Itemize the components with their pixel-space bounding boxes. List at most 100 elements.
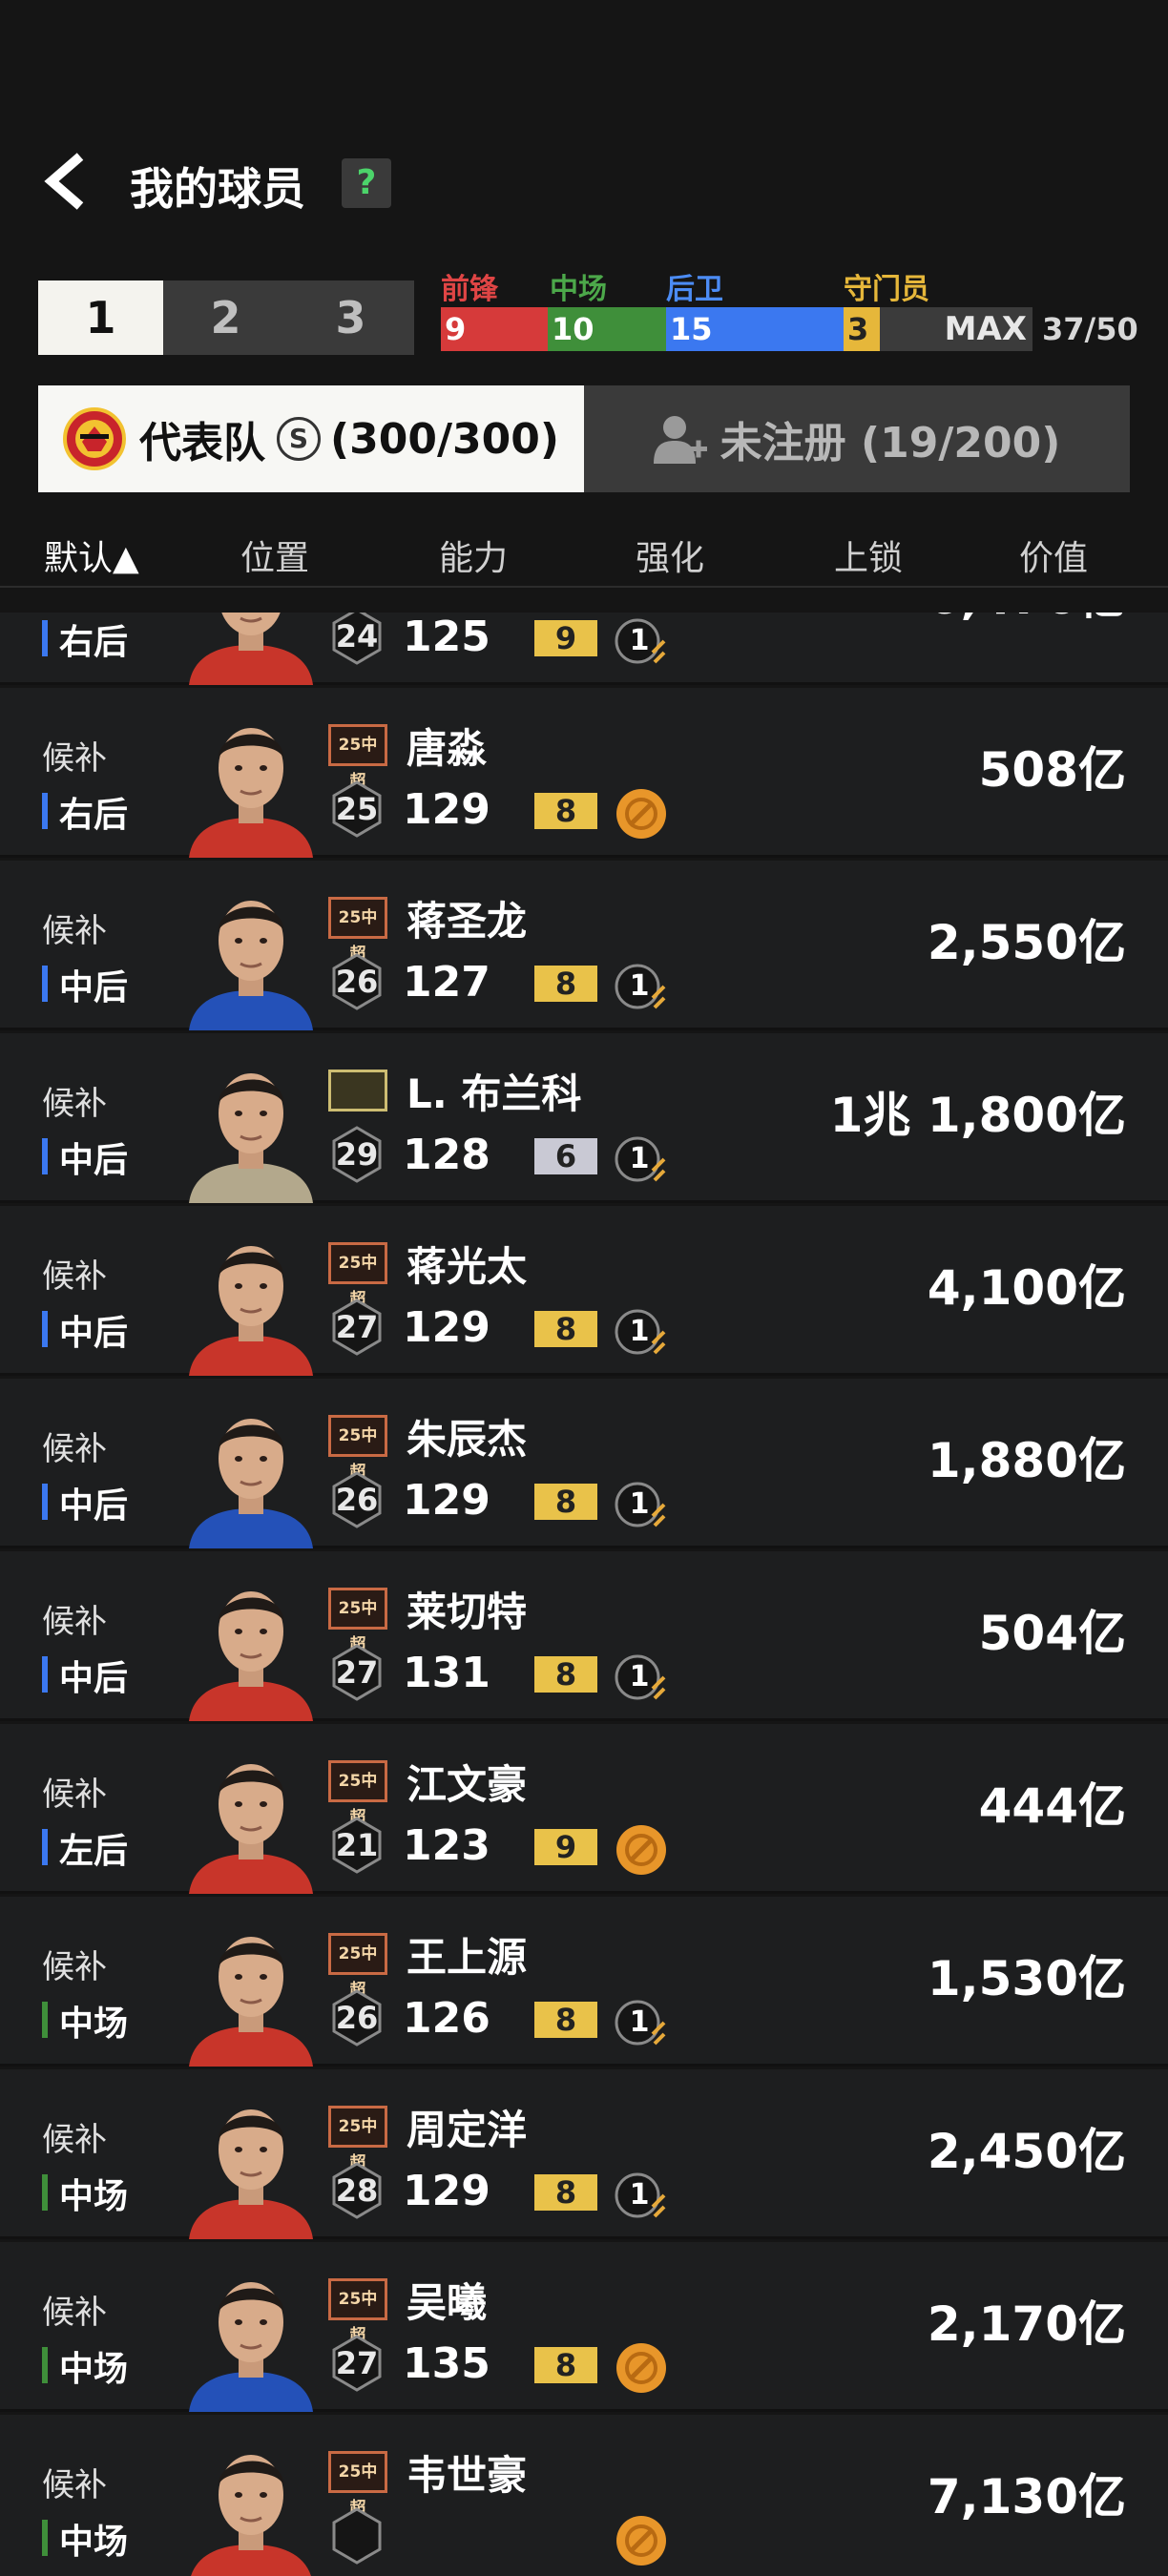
- page-tab-2[interactable]: 2: [163, 280, 288, 355]
- player-role: 候补: [42, 2466, 107, 2504]
- player-row[interactable]: 候补 中场 25中超 王上源 26 126 8: [0, 1897, 1168, 2067]
- tab-representative-squad[interactable]: 代表队 S (300/300): [38, 385, 584, 492]
- enhance-grade: 8: [534, 2347, 597, 2383]
- player-photo: [189, 1764, 313, 1894]
- player-row[interactable]: 候补 中后 25中超 蒋圣龙 26 127 8: [0, 861, 1168, 1030]
- player-value: 1,880亿: [927, 1433, 1126, 1488]
- player-row[interactable]: 候补 中场 25中超 周定洋 28 129 8: [0, 2069, 1168, 2239]
- player-row[interactable]: 候补 中后 25中超 莱切特 27 131 8: [0, 1551, 1168, 1721]
- no-lock-icon[interactable]: [615, 2514, 668, 2567]
- enhance-grade: 8: [534, 2002, 597, 2038]
- add-user-icon: [653, 416, 707, 464]
- back-button[interactable]: [38, 151, 95, 212]
- player-age-badge: 27: [330, 1298, 384, 1357]
- player-value: 508亿: [978, 742, 1126, 798]
- sort-position[interactable]: 位置: [240, 530, 309, 580]
- player-photo: [189, 1591, 313, 1721]
- no-lock-icon[interactable]: [615, 787, 668, 841]
- lock-count-icon[interactable]: 1: [615, 1651, 668, 1704]
- unregistered-label: 未注册 (19/200): [720, 419, 1061, 467]
- season-card-badge: 25中超: [328, 1588, 387, 1654]
- squad-total-count: 37/50: [1042, 311, 1138, 347]
- player-value: 444亿: [978, 1778, 1126, 1834]
- lock-count: 1: [629, 1660, 650, 1693]
- player-value: 7,130亿: [927, 2469, 1126, 2524]
- season-card-badge: 25中超: [328, 2278, 387, 2345]
- sort-default[interactable]: 默认▲: [44, 530, 139, 580]
- player-age: 26: [335, 1482, 379, 1518]
- player-row[interactable]: 候补 右后 25中超 叶力江·什那尔 24 125 9: [0, 613, 1168, 685]
- lock-count-icon[interactable]: 1: [615, 2169, 668, 2222]
- player-value: 1,530亿: [927, 1951, 1126, 2006]
- page-tab-3[interactable]: 3: [288, 280, 413, 355]
- season-card-badge: 25中超: [328, 724, 387, 791]
- player-name: 江文豪: [407, 1761, 528, 1808]
- lock-count-icon[interactable]: 1: [615, 1996, 668, 2049]
- page-tab-1[interactable]: 1: [38, 280, 163, 355]
- forward-count: 9: [441, 307, 548, 351]
- player-age: 29: [335, 1136, 379, 1173]
- player-position: 中场: [42, 2169, 128, 2218]
- player-row[interactable]: 候补 中场 25中超 韦世豪: [0, 2415, 1168, 2576]
- no-lock-icon[interactable]: [615, 1823, 668, 1877]
- player-name: 周定洋: [407, 2107, 528, 2153]
- player-ovr: 129: [403, 1476, 490, 1525]
- player-age-badge: [330, 2506, 384, 2566]
- lock-count: 1: [629, 2005, 650, 2039]
- player-row[interactable]: 候补 中后 L. 布兰科 29 128 6 1 1兆 1,800亿: [0, 1033, 1168, 1203]
- enhance-grade: 8: [534, 2174, 597, 2211]
- player-photo: [189, 1246, 313, 1376]
- enhance-grade: 9: [534, 620, 597, 656]
- sort-header: 默认▲ 位置 能力 强化 上锁 价值: [0, 521, 1168, 588]
- player-ovr: 123: [403, 1821, 490, 1870]
- player-age-badge: 27: [330, 2334, 384, 2393]
- player-position: 中后: [42, 1478, 128, 1527]
- player-value: 6,470亿: [928, 613, 1126, 628]
- no-lock-icon[interactable]: [615, 2341, 668, 2395]
- rank-s-badge: S: [277, 417, 321, 461]
- lock-count-icon[interactable]: 1: [615, 614, 668, 668]
- player-role: 候补: [42, 2294, 107, 2332]
- player-row[interactable]: 候补 中后 25中超 朱辰杰 26 129 8: [0, 1379, 1168, 1548]
- lock-count-icon[interactable]: 1: [615, 1305, 668, 1359]
- player-role: 候补: [42, 1948, 107, 1986]
- sort-value[interactable]: 价值: [1019, 530, 1088, 580]
- player-ovr: 127: [403, 958, 490, 1007]
- help-button[interactable]: ?: [342, 158, 391, 208]
- tab-unregistered[interactable]: 未注册 (19/200): [584, 385, 1130, 492]
- player-age: 28: [335, 2172, 379, 2209]
- defender-count: 15: [666, 307, 844, 351]
- player-age-badge: 26: [330, 1988, 384, 2047]
- season-card-badge: 25中超: [328, 897, 387, 964]
- season-card-badge: 25中超: [328, 1933, 387, 2000]
- player-position: 中场: [42, 2514, 128, 2564]
- player-position: 中场: [42, 2341, 128, 2391]
- lock-count-icon[interactable]: 1: [615, 1132, 668, 1186]
- player-role: 候补: [42, 1085, 107, 1123]
- enhance-grade: 8: [534, 793, 597, 829]
- player-row[interactable]: 候补 中场 25中超 吴曦 27 135 8: [0, 2242, 1168, 2412]
- lock-count-icon[interactable]: 1: [615, 1478, 668, 1531]
- enhance-grade: 6: [534, 1138, 597, 1174]
- player-role: 候补: [42, 1776, 107, 1814]
- enhance-grade: 8: [534, 1484, 597, 1520]
- player-photo: [189, 2109, 313, 2239]
- sort-ability[interactable]: 能力: [439, 530, 508, 580]
- sort-enhance[interactable]: 强化: [636, 530, 704, 580]
- player-photo: [189, 728, 313, 858]
- player-row[interactable]: 候补 右后 25中超 唐淼 25 129 8: [0, 688, 1168, 858]
- player-age: 27: [335, 1309, 379, 1345]
- player-list[interactable]: 候补 右后 25中超 叶力江·什那尔 24 125 9: [0, 613, 1168, 2576]
- position-labels: 前锋 中场 后卫 守门员: [441, 265, 1032, 306]
- player-row[interactable]: 候补 左后 25中超 江文豪 21 123 9: [0, 1724, 1168, 1894]
- player-ovr: 129: [403, 2167, 490, 2215]
- lock-count-icon[interactable]: 1: [615, 960, 668, 1013]
- enhance-grade: 8: [534, 966, 597, 1002]
- max-label: MAX: [944, 310, 1027, 348]
- player-row[interactable]: 候补 中后 25中超 蒋光太 27 129 8: [0, 1206, 1168, 1376]
- lock-count: 1: [629, 1142, 650, 1175]
- player-photo: [189, 901, 313, 1030]
- player-age-badge: 28: [330, 2161, 384, 2220]
- player-position: 中后: [42, 1132, 128, 1182]
- sort-lock[interactable]: 上锁: [834, 530, 903, 580]
